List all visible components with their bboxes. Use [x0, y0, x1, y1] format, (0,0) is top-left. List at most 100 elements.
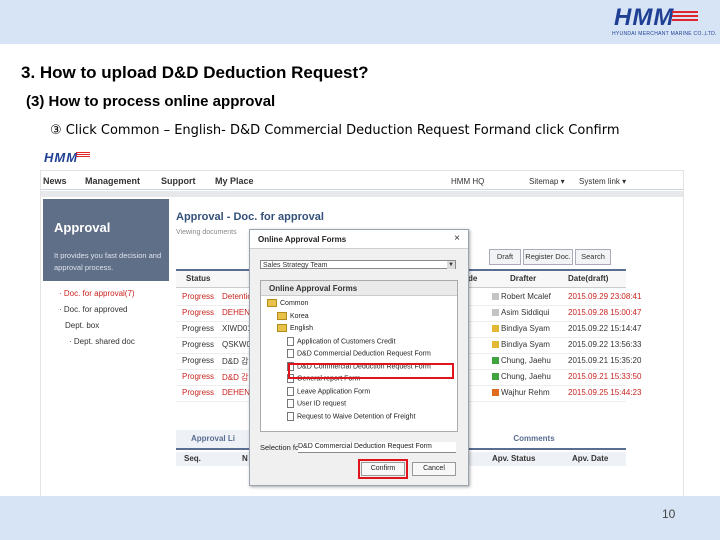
content-subtitle: Viewing documents [176, 229, 237, 236]
tab-approval-list[interactable]: Approval Li [176, 430, 250, 448]
row-status: Progress [182, 292, 215, 301]
col-date: Date(draft) [568, 274, 609, 283]
tree-node[interactable]: English [277, 324, 313, 332]
document-icon [287, 399, 294, 408]
avatar [492, 341, 499, 349]
row-status: Progress [182, 340, 215, 349]
tree-node[interactable]: Application of Customers Credit [287, 336, 396, 346]
register-doc-button[interactable]: Register Doc. [523, 249, 573, 265]
sidebar-title: Approval [54, 220, 111, 235]
dialog-titlebar: Online Approval Forms × [250, 230, 468, 249]
content-title: Approval - Doc. for approval [176, 211, 324, 223]
sidebar-description: It provides you fast decision and approv… [54, 251, 162, 272]
row-drafter: Chung, Jaehu [492, 372, 551, 381]
row-status: Progress [182, 388, 215, 397]
footer-band [0, 496, 720, 540]
tree-node[interactable]: Common [267, 299, 308, 307]
row-drafter-name: Bindiya Syam [501, 340, 550, 349]
col-de: de [468, 274, 478, 283]
cancel-button[interactable]: Cancel [412, 462, 456, 476]
tab-comments[interactable]: Comments [486, 430, 582, 448]
col-apv-status: Apv. Status [492, 454, 536, 463]
dialog-title: Online Approval Forms [258, 235, 347, 244]
document-icon [287, 411, 294, 421]
tree-node[interactable]: D&D Commercial Deduction Request Form [287, 349, 431, 358]
tree-node-label: Common [280, 299, 309, 307]
row-drafter-name: Wajhur Rehm [501, 388, 550, 397]
avatar [492, 293, 499, 301]
row-date: 2015.09.22 13:56:33 [568, 340, 642, 349]
portal-logo: HMM [44, 150, 79, 165]
slide-subtitle: (3) How to process online approval [26, 93, 276, 110]
row-status: Progress [182, 324, 215, 333]
tree-node[interactable]: Leave Application Form [287, 386, 371, 396]
row-drafter: Robert Mcalef [492, 292, 551, 301]
tree-node-label: D&D Commercial Deduction Request Form [297, 350, 431, 358]
row-date: 2015.09.21 15:33:50 [568, 372, 642, 381]
row-drafter: Bindiya Syam [492, 340, 550, 349]
tree-node-label: Leave Application Form [297, 387, 371, 395]
draft-button[interactable]: Draft [489, 249, 521, 265]
document-icon [287, 386, 294, 396]
document-icon [287, 336, 294, 346]
nav-support[interactable]: Support [161, 176, 196, 186]
row-drafter-name: Chung, Jaehu [501, 356, 551, 365]
nav-sitemap[interactable]: Sitemap ▾ [529, 177, 565, 186]
row-date: 2015.09.21 15:35:20 [568, 356, 642, 365]
folder-icon [267, 299, 277, 307]
sidebar-item-doc-for-approved[interactable]: · Doc. for approved [59, 305, 127, 314]
team-dropdown[interactable]: Sales Strategy Team ▼ [260, 260, 456, 269]
col-drafter: Drafter [510, 274, 537, 283]
row-date: 2015.09.29 23:08:41 [568, 292, 642, 301]
sidebar-item-dept-shared[interactable]: · Dept. shared doc [69, 337, 135, 346]
nav-system-link[interactable]: System link ▾ [579, 177, 626, 186]
col-seq: Seq. [184, 454, 201, 463]
row-drafter: Asim Siddiqui [492, 308, 549, 317]
folder-icon [277, 311, 287, 320]
row-date: 2015.09.22 15:14:47 [568, 324, 642, 333]
tree-node[interactable]: Korea [277, 311, 309, 320]
row-drafter-name: Chung, Jaehu [501, 372, 551, 381]
avatar [492, 373, 499, 381]
tree-header-label: Online Approval Forms [269, 284, 358, 293]
top-nav: News Management Support My Place HMM HQ … [41, 171, 683, 190]
col-apv-date: Apv. Date [572, 454, 609, 463]
logo-subtext: HYUNDAI MERCHANT MARINE CO.,LTD. [612, 31, 717, 37]
row-drafter-name: Asim Siddiqui [501, 308, 550, 317]
folder-icon [277, 324, 287, 332]
row-drafter: Chung, Jaehu [492, 356, 551, 365]
hmm-logo: HMM [614, 4, 675, 31]
row-status: Progress [182, 372, 215, 381]
row-status: Progress [182, 356, 215, 365]
col-n: N [242, 454, 248, 463]
close-icon[interactable]: × [454, 233, 460, 244]
nav-management[interactable]: Management [85, 176, 140, 186]
col-status: Status [186, 274, 211, 283]
tree-header: Online Approval Forms [261, 281, 457, 296]
row-date: 2015.09.25 15:44:23 [568, 388, 642, 397]
sidebar-menu: · Doc. for approval(7) · Doc. for approv… [43, 281, 169, 497]
tree-node-label: Application of Customers Credit [297, 337, 396, 345]
row-status: Progress [182, 308, 215, 317]
portal-screenshot: News Management Support My Place HMM HQ … [40, 170, 684, 498]
tree-node[interactable]: User ID request [287, 399, 346, 408]
header-band [0, 0, 720, 44]
portal-logo-stripes-icon [76, 152, 90, 159]
chevron-down-icon[interactable]: ▼ [447, 261, 455, 269]
sidebar-item-doc-for-approval[interactable]: · Doc. for approval(7) [59, 289, 135, 298]
slide-title: 3. How to upload D&D Deduction Request? [21, 63, 369, 82]
row-drafter-name: Bindiya Syam [501, 324, 550, 333]
sidebar-item-dept-box[interactable]: Dept. box [65, 321, 99, 330]
row-doc: XIWD01 [222, 324, 252, 333]
highlight-box [288, 363, 454, 379]
selection-form-field[interactable]: D&D Commercial Deduction Request Form [298, 442, 456, 453]
nav-hmm-hq[interactable]: HMM HQ [451, 177, 484, 186]
confirm-highlight-box [358, 459, 408, 479]
tree-node[interactable]: Request to Waive Detention of Freight [287, 411, 415, 421]
search-button[interactable]: Search [575, 249, 611, 265]
nav-news[interactable]: News [43, 176, 67, 186]
nav-my-place[interactable]: My Place [215, 176, 254, 186]
online-approval-forms-dialog: Online Approval Forms × Sales Strategy T… [249, 229, 469, 486]
tree-node-label: User ID request [297, 400, 347, 408]
step-instruction: ③ Click Common – English- D&D Commercial… [50, 123, 620, 138]
